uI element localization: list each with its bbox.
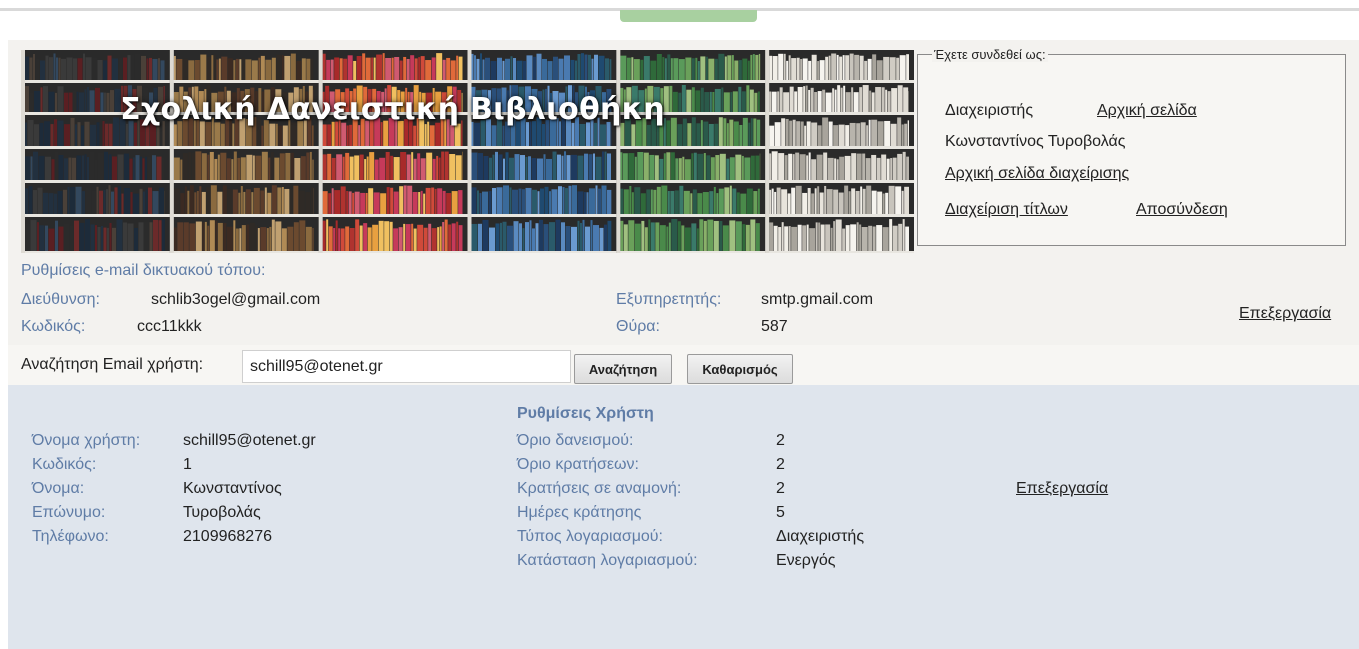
top-accent-tab <box>620 10 757 22</box>
lastname-label: Επώνυμο: <box>32 504 106 521</box>
search-button[interactable]: Αναζήτηση <box>574 354 672 384</box>
search-label: Αναζήτηση Email χρήστη: <box>21 356 204 373</box>
user-password-label: Κωδικός: <box>32 456 97 473</box>
logged-user-name: Κωνσταντίνος Τυροβολάς <box>945 133 1126 150</box>
username-value: schill95@otenet.gr <box>183 432 316 449</box>
username-label: Όνομα χρήστη: <box>32 432 141 449</box>
user-details-panel: Όνομα χρήστη: schill95@otenet.gr Κωδικός… <box>8 385 1359 649</box>
email-address-value: schlib3ogel@gmail.com <box>151 291 321 308</box>
site-title: Σχολική Δανειστική Βιβλιοθήκη <box>120 92 665 127</box>
reservation-limit-value: 2 <box>776 456 785 473</box>
login-legend: Έχετε συνδεθεί ως: <box>932 47 1048 62</box>
admin-home-link[interactable]: Αρχική σελίδα διαχείρισης <box>945 165 1129 183</box>
smtp-port-value: 587 <box>761 318 788 335</box>
user-settings-heading: Ρυθμίσεις Χρήστη <box>517 405 654 422</box>
firstname-label: Όνομα: <box>32 480 85 497</box>
lastname-value: Τυροβολάς <box>183 504 261 521</box>
hold-days-label: Ημέρες κράτησης <box>517 504 642 521</box>
pending-reservations-value: 2 <box>776 480 785 497</box>
bookshelf-image <box>21 50 914 253</box>
home-link[interactable]: Αρχική σελίδα <box>1097 102 1197 120</box>
email-settings-edit-link[interactable]: Επεξεργασία <box>1239 305 1331 323</box>
page: Σχολική Δανειστική Βιβλιοθήκη Έχετε συνδ… <box>8 40 1359 649</box>
logout-link[interactable]: Αποσύνδεση <box>1136 201 1228 219</box>
user-settings-edit-link[interactable]: Επεξεργασία <box>1016 480 1108 498</box>
titles-management-link[interactable]: Διαχείριση τίτλων <box>945 201 1068 219</box>
account-status-value: Ενεργός <box>776 552 836 569</box>
loan-limit-label: Όριο δανεισμού: <box>517 432 634 449</box>
smtp-server-label: Εξυπηρετητής: <box>616 291 722 308</box>
email-settings-heading: Ρυθμίσεις e-mail δικτυακού τόπου: <box>21 262 266 279</box>
email-password-label: Κωδικός: <box>21 318 86 335</box>
smtp-port-label: Θύρα: <box>616 318 660 335</box>
loan-limit-value: 2 <box>776 432 785 449</box>
email-address-label: Διεύθυνση: <box>21 291 100 308</box>
firstname-value: Κωνσταντίνος <box>183 480 282 497</box>
email-password-value: ccc11kkk <box>137 318 202 335</box>
user-search-bar: Αναζήτηση Email χρήστη: Αναζήτηση Καθαρι… <box>8 345 1359 385</box>
phone-value: 2109968276 <box>183 528 272 545</box>
user-role: Διαχειριστής <box>945 102 1034 119</box>
pending-reservations-label: Κρατήσεις σε αναμονή: <box>517 480 682 497</box>
banner-image: Σχολική Δανειστική Βιβλιοθήκη <box>21 50 914 253</box>
clear-button[interactable]: Καθαρισμός <box>687 354 793 384</box>
phone-label: Τηλέφωνο: <box>32 528 109 545</box>
account-status-label: Κατάσταση λογαριασμού: <box>517 552 698 569</box>
user-email-search-input[interactable] <box>242 350 571 383</box>
account-type-value: Διαχειριστής <box>776 528 865 545</box>
hold-days-value: 5 <box>776 504 785 521</box>
reservation-limit-label: Όριο κρατήσεων: <box>517 456 639 473</box>
smtp-server-value: smtp.gmail.com <box>761 291 874 308</box>
login-status-box: Έχετε συνδεθεί ως: Διαχειριστής Αρχική σ… <box>917 47 1346 246</box>
user-password-value: 1 <box>183 456 192 473</box>
account-type-label: Τύπος λογαριασμού: <box>517 528 663 545</box>
